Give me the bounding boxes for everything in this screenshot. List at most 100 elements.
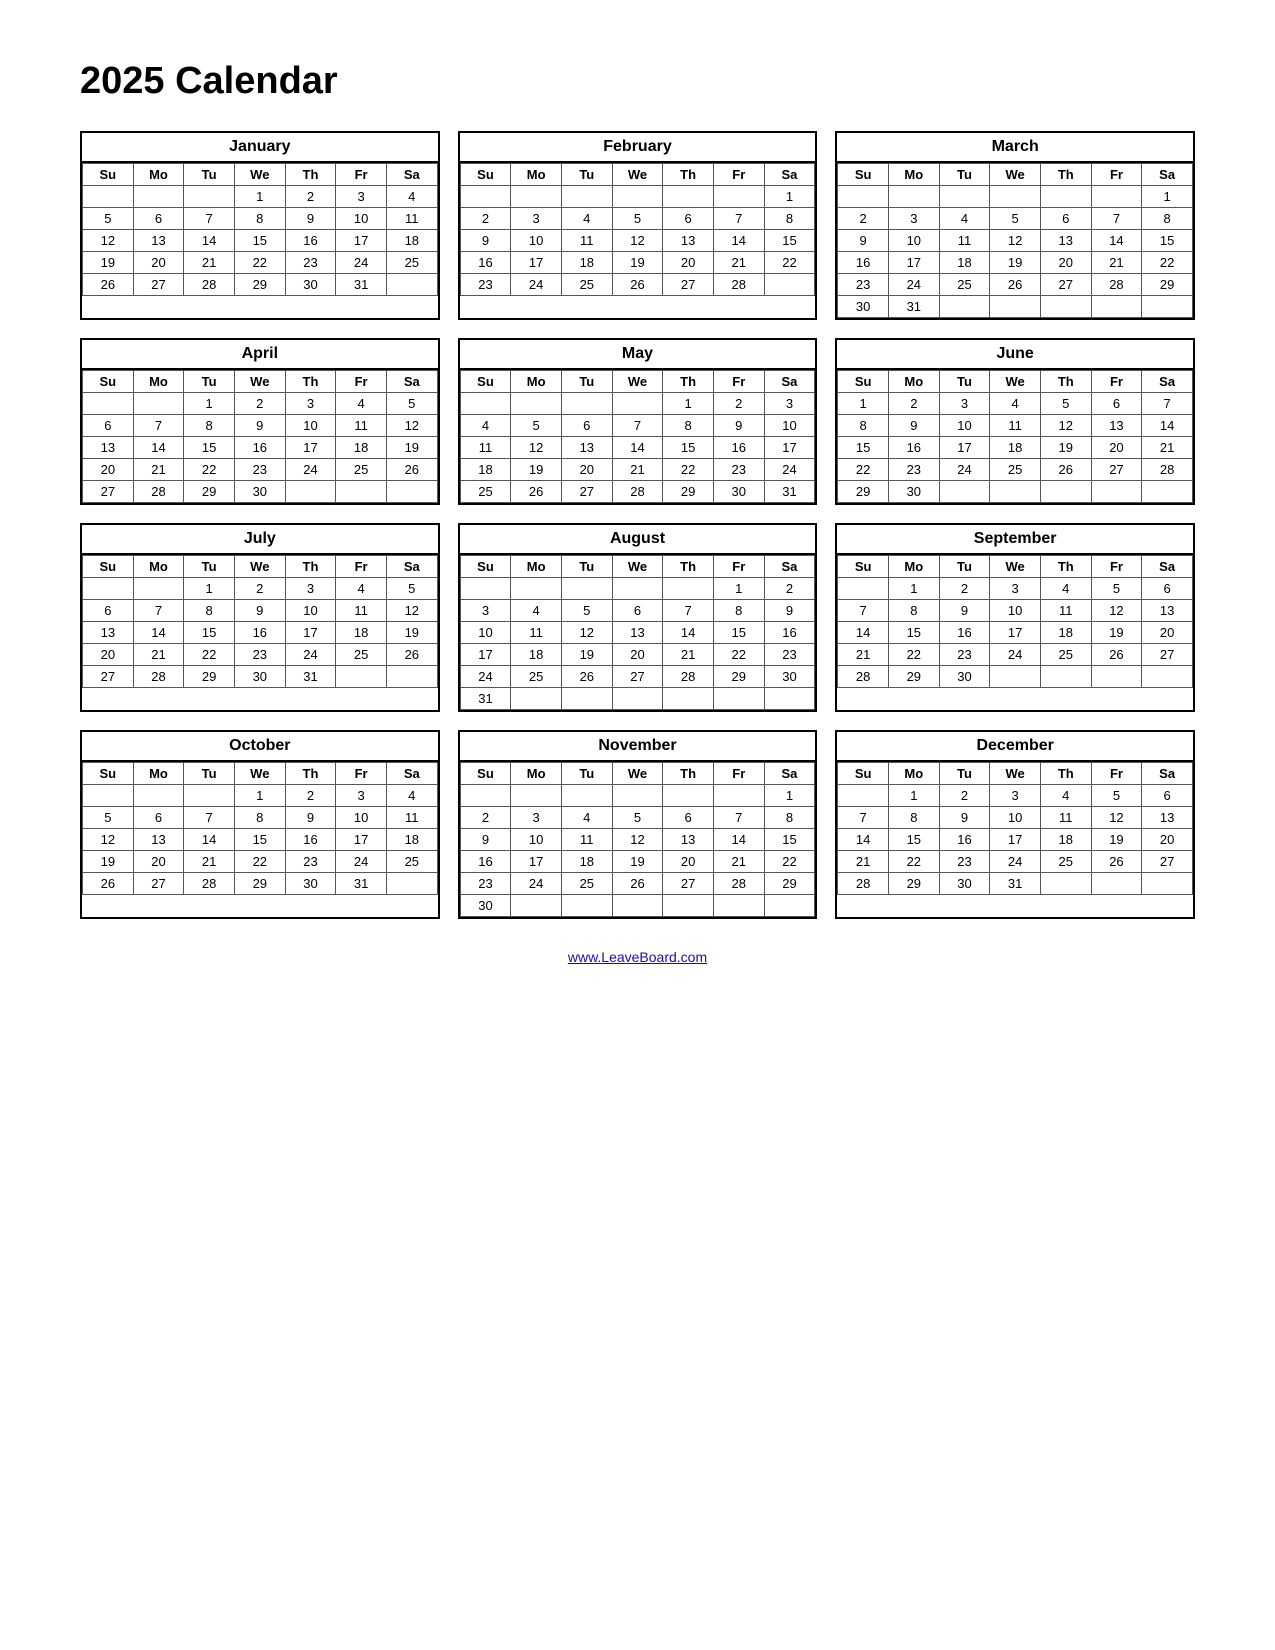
day-cell: 19: [990, 252, 1041, 274]
day-cell: [133, 578, 184, 600]
day-header-mo: Mo: [511, 164, 562, 186]
month-title-october: October: [82, 732, 438, 762]
day-header-th: Th: [1040, 371, 1091, 393]
day-header-sa: Sa: [764, 164, 815, 186]
day-cell: 5: [511, 415, 562, 437]
day-cell: 17: [764, 437, 815, 459]
day-cell: 1: [234, 785, 285, 807]
day-cell: 24: [336, 851, 387, 873]
day-cell: [511, 785, 562, 807]
day-cell: 11: [386, 807, 437, 829]
day-cell: [1040, 296, 1091, 318]
day-cell: 16: [764, 622, 815, 644]
day-cell: 13: [612, 622, 663, 644]
day-cell: [612, 578, 663, 600]
day-cell: [663, 895, 714, 917]
day-cell: [561, 895, 612, 917]
day-cell: 6: [1040, 208, 1091, 230]
table-row: 1234567: [838, 393, 1193, 415]
day-header-sa: Sa: [386, 763, 437, 785]
day-cell: 26: [612, 873, 663, 895]
day-cell: 11: [1040, 600, 1091, 622]
day-header-th: Th: [285, 371, 336, 393]
day-header-mo: Mo: [511, 556, 562, 578]
day-cell: [184, 785, 235, 807]
day-cell: [511, 186, 562, 208]
day-cell: [990, 666, 1041, 688]
day-cell: 15: [234, 230, 285, 252]
day-cell: 25: [1040, 851, 1091, 873]
table-row: 12345: [83, 393, 438, 415]
day-cell: [83, 393, 134, 415]
day-cell: 12: [990, 230, 1041, 252]
day-cell: 14: [713, 829, 764, 851]
day-cell: 10: [511, 829, 562, 851]
day-cell: 24: [990, 644, 1041, 666]
day-cell: [561, 393, 612, 415]
day-cell: 29: [184, 481, 235, 503]
day-cell: 28: [184, 274, 235, 296]
day-cell: 8: [888, 807, 939, 829]
day-cell: 10: [285, 415, 336, 437]
day-header-fr: Fr: [713, 371, 764, 393]
day-cell: 22: [663, 459, 714, 481]
day-cell: 18: [1040, 622, 1091, 644]
day-header-tu: Tu: [184, 556, 235, 578]
day-header-su: Su: [460, 164, 511, 186]
day-cell: 25: [939, 274, 990, 296]
day-cell: 21: [133, 644, 184, 666]
day-cell: 2: [713, 393, 764, 415]
table-row: 31: [460, 688, 815, 710]
day-cell: 10: [764, 415, 815, 437]
day-cell: [1142, 481, 1193, 503]
day-cell: 23: [234, 459, 285, 481]
day-cell: 9: [234, 415, 285, 437]
day-cell: 19: [612, 252, 663, 274]
day-header-su: Su: [460, 556, 511, 578]
day-cell: 24: [336, 252, 387, 274]
month-june: JuneSuMoTuWeThFrSa1234567891011121314151…: [835, 338, 1195, 505]
table-row: 10111213141516: [460, 622, 815, 644]
day-cell: 18: [561, 252, 612, 274]
day-cell: 1: [764, 785, 815, 807]
table-row: 1: [838, 186, 1193, 208]
day-cell: 2: [460, 807, 511, 829]
day-cell: 5: [612, 807, 663, 829]
day-cell: 13: [1142, 600, 1193, 622]
day-cell: 12: [511, 437, 562, 459]
table-row: 23242526272829: [460, 873, 815, 895]
day-cell: 5: [1091, 785, 1142, 807]
day-header-th: Th: [663, 164, 714, 186]
day-cell: [561, 578, 612, 600]
day-cell: 29: [838, 481, 889, 503]
day-cell: 18: [336, 437, 387, 459]
day-cell: [888, 186, 939, 208]
day-cell: 18: [386, 230, 437, 252]
table-row: 14151617181920: [838, 829, 1193, 851]
day-cell: 25: [460, 481, 511, 503]
footer-link[interactable]: www.LeaveBoard.com: [80, 949, 1195, 965]
day-cell: 7: [838, 807, 889, 829]
day-cell: 21: [838, 644, 889, 666]
day-cell: [1091, 481, 1142, 503]
day-cell: 23: [460, 274, 511, 296]
day-cell: 12: [1091, 807, 1142, 829]
day-cell: [1040, 666, 1091, 688]
day-cell: [713, 895, 764, 917]
day-cell: 11: [990, 415, 1041, 437]
day-cell: 29: [234, 873, 285, 895]
day-header-th: Th: [663, 763, 714, 785]
table-row: 12: [460, 578, 815, 600]
day-header-fr: Fr: [713, 556, 764, 578]
day-cell: [1091, 186, 1142, 208]
day-cell: 25: [511, 666, 562, 688]
day-cell: 12: [386, 415, 437, 437]
table-row: 1: [460, 186, 815, 208]
day-header-su: Su: [838, 763, 889, 785]
day-cell: 3: [511, 208, 562, 230]
day-cell: 21: [1091, 252, 1142, 274]
day-cell: 25: [336, 459, 387, 481]
day-cell: 1: [838, 393, 889, 415]
table-row: 3456789: [460, 600, 815, 622]
day-cell: 20: [663, 851, 714, 873]
